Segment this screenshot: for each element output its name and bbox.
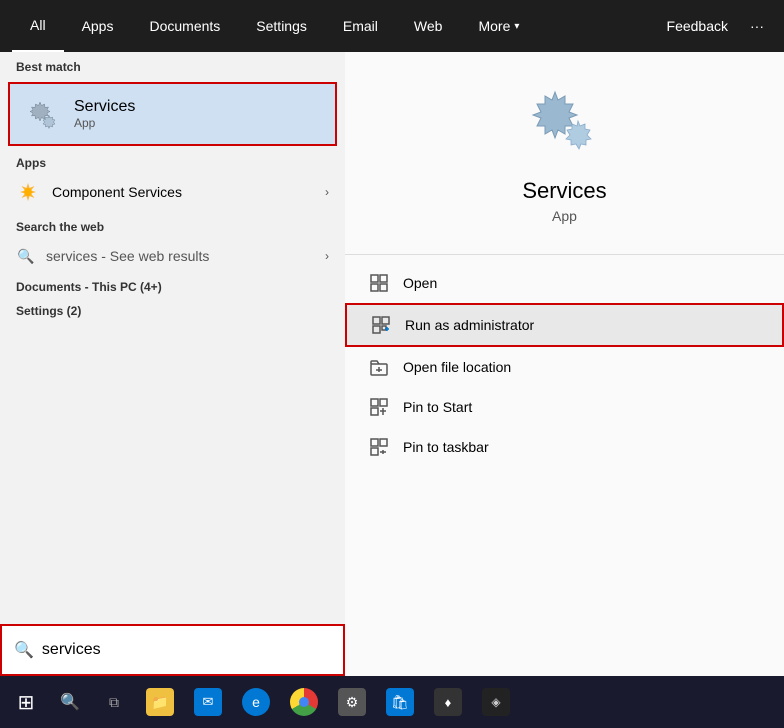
folder-icon [369, 357, 389, 377]
feedback-button[interactable]: Feedback [653, 0, 742, 52]
left-panel: Best match [0, 52, 345, 676]
main-content: Best match [0, 52, 784, 676]
web-chevron-icon: › [325, 249, 329, 263]
runas-action[interactable]: Run as administrator [345, 303, 784, 347]
web-label: Search the web [0, 212, 345, 238]
pin-start-action[interactable]: Pin to Start [345, 387, 784, 427]
component-services-item[interactable]: Component Services › [0, 172, 345, 212]
tab-web[interactable]: Web [396, 0, 461, 52]
taskbar-search[interactable]: 🔍 [48, 680, 92, 724]
app-title: Services [522, 178, 606, 204]
taskbar-icon-2[interactable]: ◈ [474, 680, 518, 724]
web-search-text: services - See web results [46, 248, 209, 264]
settings-label: Settings (2) [0, 298, 345, 322]
tab-settings[interactable]: Settings [238, 0, 325, 52]
best-match-label: Best match [0, 52, 345, 78]
open-action[interactable]: Open [345, 263, 784, 303]
open-location-action[interactable]: Open file location [345, 347, 784, 387]
pin-start-icon [369, 397, 389, 417]
action-list: Open Run as administrator [345, 263, 784, 467]
docs-label: Documents - This PC (4+) [0, 274, 345, 298]
taskbar: ⊞ 🔍 ⧉ 📁 ✉ e ⚙ 🛍 ♦ ◈ [0, 676, 784, 728]
chevron-right-icon: › [325, 185, 329, 199]
more-options-button[interactable]: ··· [742, 0, 772, 52]
app-icon-large [525, 82, 605, 162]
taskbar-icon-1[interactable]: ♦ [426, 680, 470, 724]
taskbar-store[interactable]: 🛍 [378, 680, 422, 724]
services-icon [22, 94, 62, 134]
taskbar-explorer[interactable]: 📁 [138, 680, 182, 724]
tab-email[interactable]: Email [325, 0, 396, 52]
taskbar-edge[interactable]: e [234, 680, 278, 724]
right-panel: Services App Open [345, 52, 784, 676]
tab-more[interactable]: More ▾ [460, 0, 537, 52]
start-button[interactable]: ⊞ [4, 680, 48, 724]
pin-taskbar-action[interactable]: Pin to taskbar [345, 427, 784, 467]
pin-taskbar-icon [369, 437, 389, 457]
taskbar-chrome[interactable] [282, 680, 326, 724]
best-match-title: Services [74, 98, 135, 116]
results-area: Best match [0, 52, 345, 624]
search-icon: 🔍 [16, 246, 36, 266]
tab-apps[interactable]: Apps [64, 0, 132, 52]
best-match-subtitle: App [74, 116, 135, 130]
taskbar-settings[interactable]: ⚙ [330, 680, 374, 724]
component-services-label: Component Services [52, 184, 182, 200]
apps-label: Apps [0, 150, 345, 172]
runas-icon [371, 315, 391, 335]
tab-documents[interactable]: Documents [131, 0, 238, 52]
open-icon [369, 273, 389, 293]
app-type: App [552, 208, 577, 224]
chevron-down-icon: ▾ [514, 21, 519, 32]
divider [345, 254, 784, 255]
search-bar-icon: 🔍 [14, 640, 34, 660]
search-bar[interactable]: 🔍 services [0, 624, 345, 676]
task-view-button[interactable]: ⧉ [92, 680, 136, 724]
component-services-icon [16, 180, 40, 204]
search-input[interactable]: services [42, 641, 331, 659]
top-nav: All Apps Documents Settings Email Web Mo… [0, 0, 784, 52]
web-search-item[interactable]: 🔍 services - See web results › [0, 238, 345, 274]
taskbar-mail[interactable]: ✉ [186, 680, 230, 724]
best-match-item[interactable]: Services App [8, 82, 337, 146]
tab-all[interactable]: All [12, 0, 64, 52]
